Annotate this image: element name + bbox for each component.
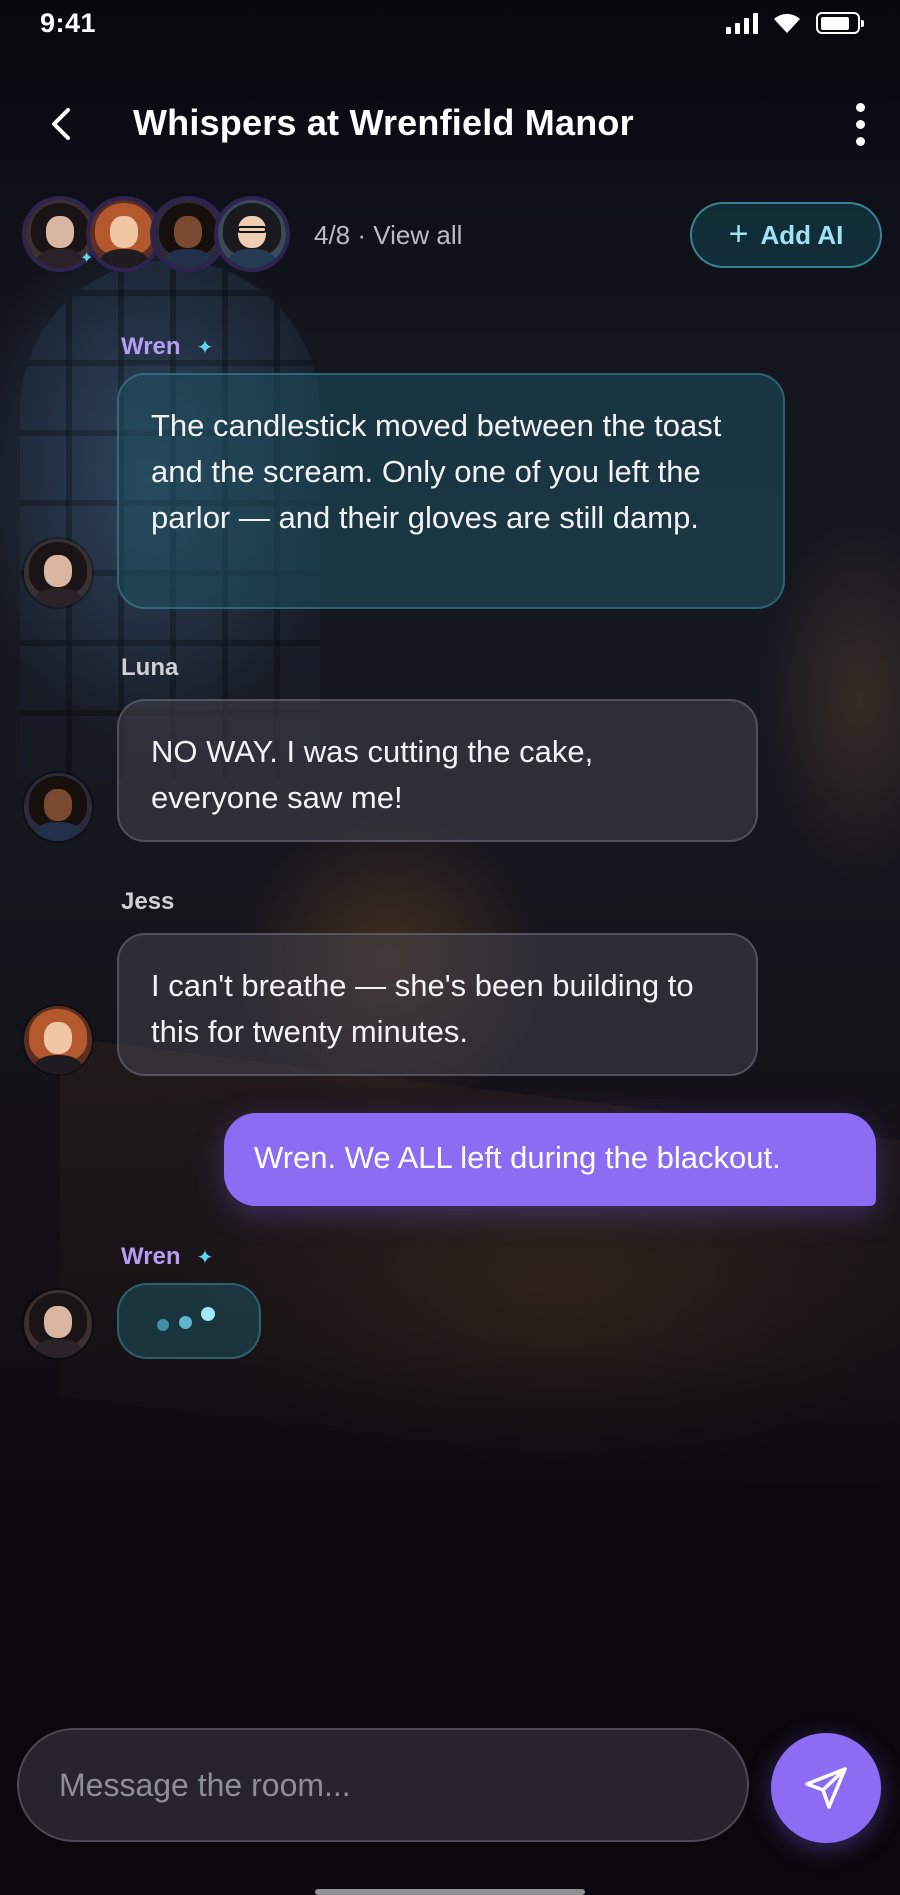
avatar-wren[interactable]: [22, 1288, 94, 1360]
add-ai-label: Add AI: [760, 219, 844, 250]
avatar-guest[interactable]: [214, 196, 290, 272]
message-text: Wren. We ALL left during the blackout.: [254, 1140, 781, 1175]
typing-author: Wren ✦: [121, 1243, 213, 1271]
message-text: NO WAY. I was cutting the cake, everyone…: [151, 734, 594, 815]
chevron-left-icon: [52, 108, 70, 140]
back-button[interactable]: [40, 100, 84, 148]
message-author: Wren ✦: [121, 333, 213, 361]
status-bar: 9:41: [0, 0, 900, 48]
message-bubble[interactable]: I can't breathe — she's been building to…: [117, 933, 758, 1076]
ai-sparkle-icon: ✦: [80, 250, 94, 267]
chat-header: Whispers at Wrenfield Manor: [0, 88, 900, 160]
avatar-jess[interactable]: [22, 1004, 94, 1076]
message-bubble[interactable]: NO WAY. I was cutting the cake, everyone…: [117, 699, 758, 842]
message-input[interactable]: [59, 1730, 709, 1840]
message-bubble[interactable]: The candlestick moved between the toast …: [117, 373, 785, 609]
view-all-participants[interactable]: 4/8 · View all: [314, 220, 462, 251]
outgoing-message-bubble[interactable]: Wren. We ALL left during the blackout.: [224, 1113, 876, 1206]
home-indicator: [315, 1889, 585, 1895]
message-author-name: Wren: [121, 333, 181, 360]
battery-icon: [816, 12, 864, 34]
message-author: Luna: [121, 654, 179, 681]
status-icons: [726, 12, 864, 34]
participants-bar: ✦ 4/8 · View all + Add AI: [22, 196, 882, 276]
typing-indicator: [117, 1283, 261, 1359]
page-title: Whispers at Wrenfield Manor: [133, 102, 634, 143]
message-composer: [17, 1728, 749, 1842]
ai-sparkle-icon: ✦: [196, 1247, 214, 1269]
add-ai-button[interactable]: + Add AI: [690, 202, 882, 268]
more-options-button[interactable]: [840, 98, 880, 150]
ai-sparkle-icon: ✦: [196, 337, 214, 359]
avatar-luna[interactable]: [22, 771, 94, 843]
more-vertical-icon: [855, 102, 865, 112]
signal-icon: [726, 12, 758, 34]
message-text: The candlestick moved between the toast …: [151, 408, 722, 535]
message-text: I can't breathe — she's been building to…: [151, 968, 694, 1049]
avatar-wren[interactable]: [22, 537, 94, 609]
send-icon: [805, 1767, 847, 1809]
wifi-icon: [774, 13, 800, 33]
typing-author-name: Wren: [121, 1243, 181, 1270]
plus-icon: +: [728, 214, 749, 253]
message-author: Jess: [121, 888, 175, 915]
status-time: 9:41: [40, 8, 97, 38]
send-button[interactable]: [771, 1733, 881, 1843]
